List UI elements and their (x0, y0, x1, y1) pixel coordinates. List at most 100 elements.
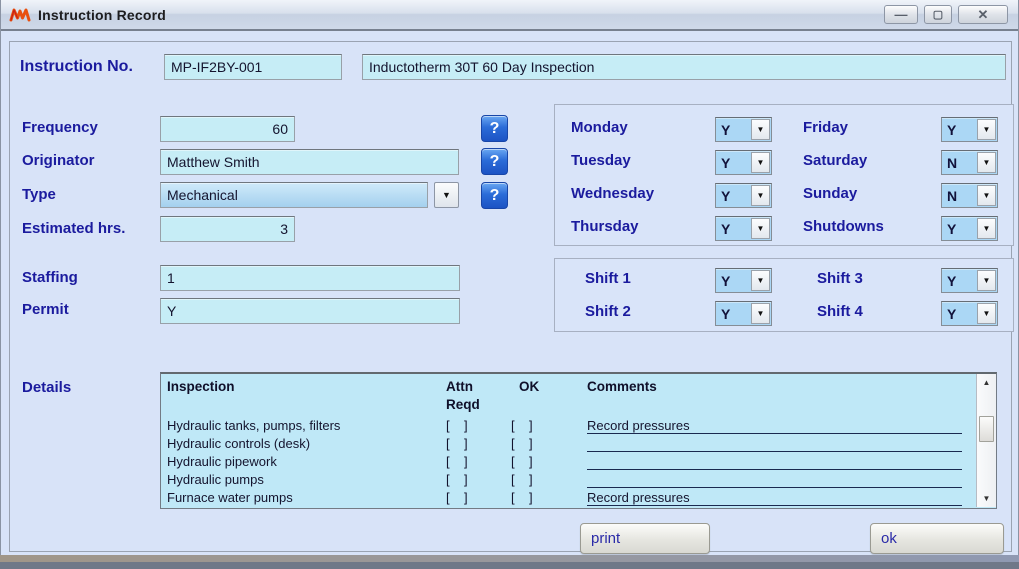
shift-1-select[interactable]: Y ▼ (715, 268, 772, 293)
window-controls: — ▢ ✕ (884, 5, 1008, 24)
desktop-strip (0, 562, 1019, 569)
day-select-friday[interactable]: Y ▼ (941, 117, 998, 142)
window-title: Instruction Record (38, 7, 166, 23)
day-select-shutdowns[interactable]: Y ▼ (941, 216, 998, 241)
day-label-saturday: Saturday (803, 152, 867, 169)
maximize-button[interactable]: ▢ (924, 5, 952, 24)
shift-value: Y (716, 306, 751, 322)
scroll-up-icon: ▲ (983, 378, 991, 387)
chevron-down-icon[interactable]: ▼ (977, 303, 996, 324)
comment-field[interactable]: Record pressures (587, 418, 962, 434)
maximize-icon: ▢ (933, 8, 943, 21)
originator-help-button[interactable]: ? (481, 148, 508, 175)
instruction-description-input[interactable]: Inductotherm 30T 60 Day Inspection (362, 54, 1006, 80)
day-select-saturday[interactable]: N ▼ (941, 150, 998, 175)
type-input[interactable]: Mechanical (160, 182, 428, 208)
day-select-tuesday[interactable]: Y ▼ (715, 150, 772, 175)
attn-checkbox[interactable]: [ ] (446, 436, 468, 451)
instruction-no-label: Instruction No. (20, 58, 133, 76)
permit-input[interactable]: Y (160, 298, 460, 324)
chevron-down-icon[interactable]: ▼ (751, 218, 770, 239)
chevron-down-icon[interactable]: ▼ (977, 270, 996, 291)
ok-checkbox[interactable]: [ ] (511, 472, 533, 487)
type-dropdown-button[interactable]: ▼ (434, 182, 459, 208)
app-logo-icon (9, 7, 31, 23)
chevron-down-icon[interactable]: ▼ (977, 218, 996, 239)
chevron-down-icon[interactable]: ▼ (977, 119, 996, 140)
day-select-sunday[interactable]: N ▼ (941, 183, 998, 208)
shift-3-label: Shift 3 (817, 270, 863, 287)
shift-value: Y (716, 273, 751, 289)
type-label: Type (22, 186, 56, 203)
details-scroll-area: Inspection Attn Reqd OK Comments Hydraul… (161, 374, 976, 508)
scroll-up-button[interactable]: ▲ (977, 374, 996, 391)
day-value: Y (716, 122, 751, 138)
frequency-label: Frequency (22, 119, 98, 136)
shift-3-select[interactable]: Y ▼ (941, 268, 998, 293)
details-label: Details (22, 379, 71, 396)
staffing-input[interactable]: 1 (160, 265, 460, 291)
day-select-wednesday[interactable]: Y ▼ (715, 183, 772, 208)
titlebar: Instruction Record — ▢ ✕ (1, 0, 1018, 31)
chevron-down-icon[interactable]: ▼ (751, 270, 770, 291)
shift-2-label: Shift 2 (585, 303, 631, 320)
shift-4-select[interactable]: Y ▼ (941, 301, 998, 326)
day-label-tuesday: Tuesday (571, 152, 631, 169)
scroll-down-button[interactable]: ▼ (977, 490, 996, 507)
chevron-down-icon[interactable]: ▼ (751, 152, 770, 173)
chevron-down-icon[interactable]: ▼ (751, 119, 770, 140)
attn-checkbox[interactable]: [ ] (446, 418, 468, 433)
minimize-button[interactable]: — (884, 5, 918, 24)
attn-checkbox[interactable]: [ ] (446, 490, 468, 505)
comment-field[interactable] (587, 454, 962, 470)
details-row: Hydraulic pipework [ ] [ ] (161, 454, 976, 472)
attn-checkbox[interactable]: [ ] (446, 472, 468, 487)
days-groupbox: Monday Y ▼ Friday Y ▼ Tuesday Y ▼ Saturd… (554, 104, 1014, 246)
shift-4-label: Shift 4 (817, 303, 863, 320)
ok-checkbox[interactable]: [ ] (511, 490, 533, 505)
chevron-down-icon[interactable]: ▼ (977, 152, 996, 173)
frequency-help-button[interactable]: ? (481, 115, 508, 142)
comment-field[interactable]: Record pressures (587, 490, 962, 506)
chevron-down-icon[interactable]: ▼ (751, 185, 770, 206)
scrollbar-thumb[interactable] (979, 416, 994, 442)
shift-value: Y (942, 273, 977, 289)
help-icon: ? (490, 120, 500, 138)
ok-checkbox[interactable]: [ ] (511, 454, 533, 469)
chevron-down-icon[interactable]: ▼ (977, 185, 996, 206)
ok-checkbox[interactable]: [ ] (511, 418, 533, 433)
details-scrollbar[interactable]: ▲ ▼ (976, 374, 996, 507)
day-label-monday: Monday (571, 119, 628, 136)
scroll-down-icon: ▼ (983, 494, 991, 503)
day-label-friday: Friday (803, 119, 848, 136)
shifts-groupbox: Shift 1 Y ▼ Shift 3 Y ▼ Shift 2 Y ▼ Shif… (554, 258, 1014, 332)
details-row: Hydraulic pumps [ ] [ ] (161, 472, 976, 490)
chevron-down-icon: ▼ (442, 190, 451, 200)
day-value: Y (942, 122, 977, 138)
shift-1-label: Shift 1 (585, 270, 631, 287)
ok-checkbox[interactable]: [ ] (511, 436, 533, 451)
comment-field[interactable] (587, 472, 962, 488)
instruction-no-input[interactable]: MP-IF2BY-001 (164, 54, 342, 80)
chevron-down-icon[interactable]: ▼ (751, 303, 770, 324)
attn-checkbox[interactable]: [ ] (446, 454, 468, 469)
print-button[interactable]: print (580, 523, 710, 554)
day-value: Y (942, 221, 977, 237)
details-table[interactable]: Inspection Attn Reqd OK Comments Hydraul… (160, 372, 997, 509)
close-button[interactable]: ✕ (958, 5, 1008, 24)
inspection-item: Hydraulic pipework (167, 454, 277, 469)
estimated-hrs-input[interactable]: 3 (160, 216, 295, 242)
day-select-thursday[interactable]: Y ▼ (715, 216, 772, 241)
inspection-item: Hydraulic pumps (167, 472, 264, 487)
content-panel: Instruction No. MP-IF2BY-001 Inductother… (9, 41, 1012, 552)
comment-field[interactable] (587, 436, 962, 452)
day-value: N (942, 155, 977, 171)
type-help-button[interactable]: ? (481, 182, 508, 209)
originator-input[interactable]: Matthew Smith (160, 149, 459, 175)
inspection-item: Hydraulic tanks, pumps, filters (167, 418, 340, 433)
ok-button[interactable]: ok (870, 523, 1004, 554)
shift-2-select[interactable]: Y ▼ (715, 301, 772, 326)
frequency-input[interactable]: 60 (160, 116, 295, 142)
day-select-monday[interactable]: Y ▼ (715, 117, 772, 142)
day-value: Y (716, 188, 751, 204)
